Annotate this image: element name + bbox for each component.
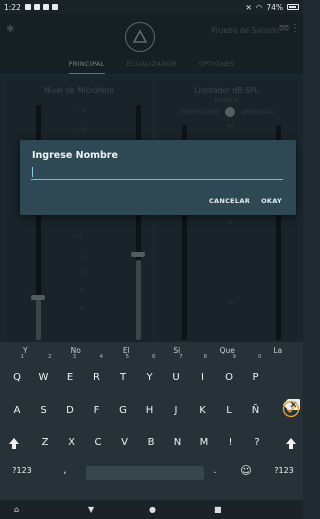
- cancel-button[interactable]: CANCELAR: [209, 197, 250, 205]
- key-letter[interactable]: C: [87, 429, 109, 457]
- name-dialog: Ingrese Nombre CANCELAR OKAY: [20, 140, 296, 215]
- navigation-bar: ⌂ ▼ ● ■: [0, 500, 303, 519]
- comma-key[interactable]: ,: [60, 457, 70, 485]
- key-letter[interactable]: Z: [34, 429, 56, 457]
- battery-percent: 74%: [266, 2, 283, 12]
- key-hint-number: 7: [179, 354, 183, 360]
- key-letter[interactable]: D: [59, 397, 81, 425]
- key-row-1: Q1W2E3R4T5Y6U7I8O9P0: [0, 354, 303, 392]
- key-letter[interactable]: F: [86, 397, 108, 425]
- symbols-key[interactable]: ?123: [8, 457, 36, 485]
- key-letter[interactable]: H: [139, 397, 161, 425]
- battery-icon: [287, 4, 299, 10]
- status-bar: 1:22 ✕ ◠ 74%: [0, 0, 303, 14]
- key-w[interactable]: W2: [33, 354, 55, 392]
- key-hint-number: 5: [125, 354, 130, 360]
- text-caret: [32, 167, 34, 177]
- key-letter[interactable]: X: [61, 429, 83, 457]
- notification-icon: [42, 4, 49, 10]
- notification-icon: [24, 4, 31, 10]
- key-p[interactable]: P0: [245, 354, 267, 392]
- key-e[interactable]: E3: [59, 354, 81, 392]
- key-row-3: Z X C V B N M!?: [0, 429, 303, 457]
- key-letter[interactable]: A: [6, 397, 28, 425]
- status-time: 1:22: [4, 2, 21, 12]
- shift-icon[interactable]: [8, 437, 20, 450]
- period-key[interactable]: .: [210, 457, 220, 485]
- key-letter[interactable]: ?: [246, 429, 268, 457]
- key-q[interactable]: Q1: [6, 354, 28, 392]
- key-letter[interactable]: J: [165, 397, 187, 425]
- key-i[interactable]: I8: [192, 354, 214, 392]
- back-icon[interactable]: ▼: [88, 505, 94, 514]
- mute-icon: ✕: [245, 2, 252, 12]
- key-hint-number: 8: [203, 354, 207, 360]
- key-u[interactable]: U7: [165, 354, 187, 392]
- okay-button[interactable]: OKAY: [261, 197, 282, 205]
- key-hint-number: 0: [258, 354, 262, 360]
- notification-icon: [51, 4, 58, 10]
- key-y[interactable]: Y6: [139, 354, 161, 392]
- notification-icon: [33, 4, 40, 10]
- key-letter[interactable]: S: [33, 397, 55, 425]
- suggestion[interactable]: Que: [202, 346, 253, 355]
- key-letter[interactable]: L: [218, 397, 240, 425]
- key-letter[interactable]: V: [114, 429, 136, 457]
- key-letter[interactable]: B: [140, 429, 162, 457]
- home-icon[interactable]: ●: [149, 505, 156, 514]
- key-letter[interactable]: K: [192, 397, 214, 425]
- key-hint-number: 4: [99, 354, 103, 360]
- key-hint-number: 3: [72, 354, 77, 360]
- key-hint-number: 1: [20, 354, 24, 360]
- key-r[interactable]: R4: [86, 354, 108, 392]
- key-letter[interactable]: Ñ: [245, 397, 267, 425]
- key-t[interactable]: T5: [112, 354, 134, 392]
- key-letter[interactable]: M: [193, 429, 215, 457]
- key-letter[interactable]: N: [167, 429, 189, 457]
- key-letter[interactable]: G: [112, 397, 134, 425]
- app-screen: 1:22 ✕ ◠ 74% ✱ Prueba de Sallado ➿ ⋮ PRI…: [0, 0, 303, 519]
- recents-icon[interactable]: ■: [214, 505, 222, 514]
- suggestion[interactable]: Y: [0, 346, 51, 355]
- key-row-2: ASDFGHJKLÑ: [0, 397, 303, 425]
- key-row-4: ?123 , . ☺ ?123: [0, 457, 303, 485]
- emoji-icon[interactable]: ☺: [238, 457, 254, 485]
- shift-icon[interactable]: [285, 437, 297, 450]
- home-app-icon[interactable]: ⌂: [14, 505, 19, 514]
- key-letter[interactable]: !: [220, 429, 242, 457]
- symbols-key-right[interactable]: ?123: [270, 457, 298, 485]
- name-input[interactable]: [31, 165, 283, 180]
- spacebar[interactable]: [86, 466, 204, 480]
- wifi-icon: ◠: [255, 2, 263, 12]
- soft-keyboard: Y No El Si Que La Q1W2E3R4T5Y6U7I8O9P0 A…: [0, 342, 303, 500]
- suggestion[interactable]: Si: [152, 346, 203, 355]
- key-hint-number: 2: [47, 354, 52, 360]
- key-hint-number: 9: [232, 354, 236, 360]
- key-o[interactable]: O9: [218, 354, 240, 392]
- enter-check-icon[interactable]: [282, 400, 300, 418]
- key-hint-number: 6: [152, 354, 156, 360]
- dialog-title: Ingrese Nombre: [32, 150, 118, 161]
